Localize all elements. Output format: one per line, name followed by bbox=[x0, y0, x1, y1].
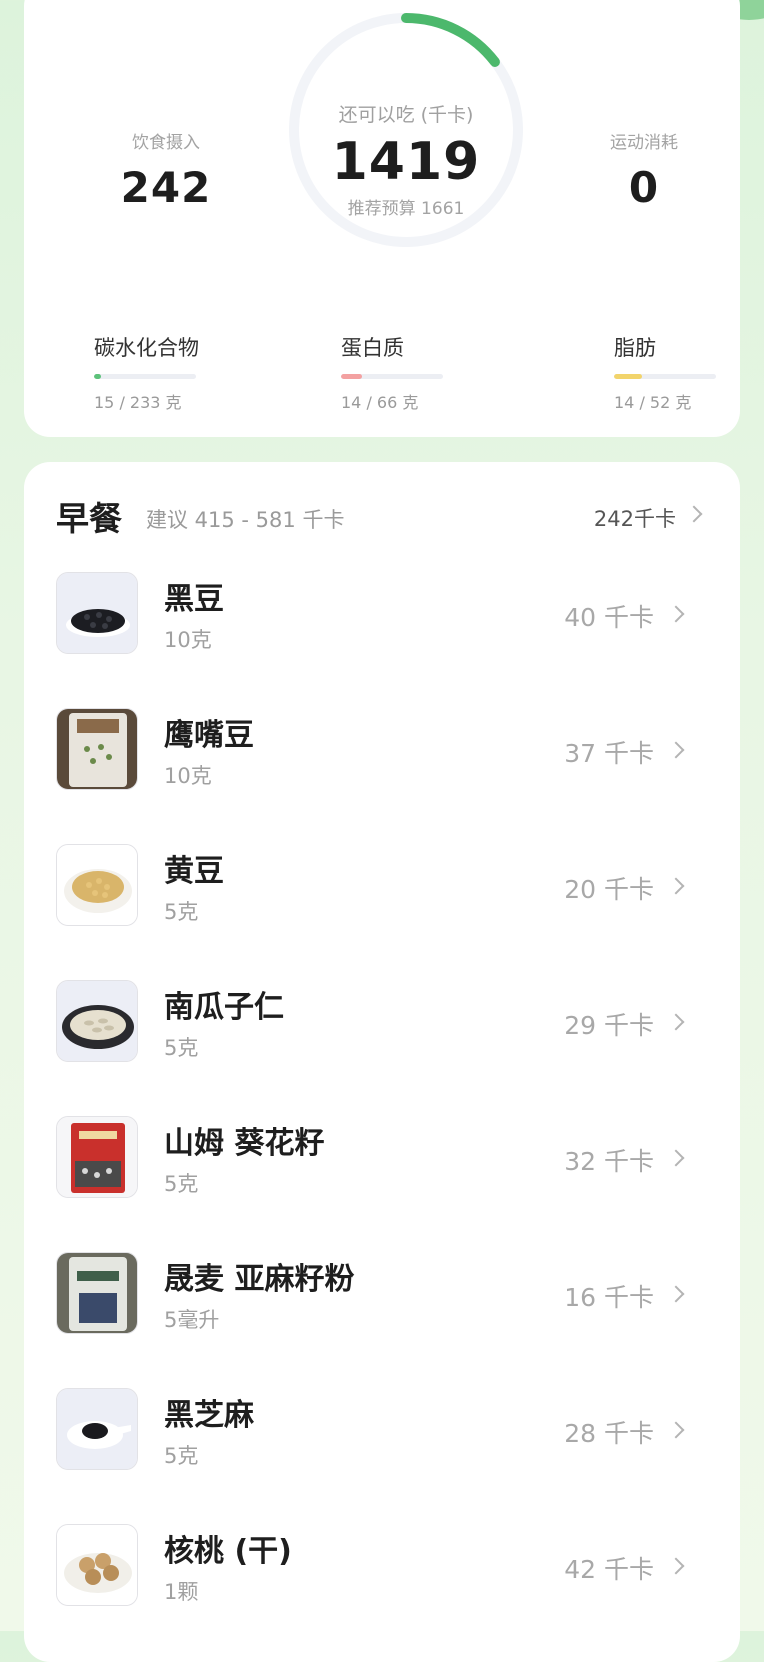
meal-suggestion: 建议 415 - 581 千卡 bbox=[146, 508, 345, 532]
exercise-value: 0 bbox=[628, 163, 660, 212]
calorie-summary-card: 饮食摄入 242 还可以吃 (千卡) 1419 推荐预算 1661 运动消耗 0… bbox=[24, 0, 740, 437]
food-item-black-sesame[interactable]: 黑芝麻 5克 28 千卡 bbox=[24, 1388, 740, 1524]
remaining-value: 1419 bbox=[331, 132, 481, 192]
intake-value: 242 bbox=[120, 163, 212, 212]
food-item-sunflower-seeds[interactable]: 山姆 葵花籽 5克 32 千卡 bbox=[24, 1116, 740, 1252]
macro-protein-name: 蛋白质 bbox=[341, 336, 404, 360]
food-kcal: 28 千卡 bbox=[564, 1419, 654, 1448]
chevron-right-icon bbox=[667, 1557, 685, 1575]
food-name: 晟麦 亚麻籽粉 bbox=[164, 1262, 355, 1297]
food-list: 黑豆 10克 40 千卡 鹰嘴豆 10克 37 千卡 黄豆 5克 20 千卡 南… bbox=[24, 572, 740, 1660]
pumpkin-seeds-photo-icon bbox=[56, 980, 138, 1062]
macro-carb-name: 碳水化合物 bbox=[94, 336, 199, 360]
budget-text: 推荐预算 1661 bbox=[347, 199, 465, 219]
food-item-flaxseed-powder[interactable]: 晟麦 亚麻籽粉 5毫升 16 千卡 bbox=[24, 1252, 740, 1388]
food-name: 黄豆 bbox=[164, 854, 224, 889]
chevron-right-icon bbox=[667, 877, 685, 895]
chevron-right-icon bbox=[667, 741, 685, 759]
remaining-label: 还可以吃 (千卡) bbox=[338, 104, 474, 126]
food-item-pumpkin-seeds[interactable]: 南瓜子仁 5克 29 千卡 bbox=[24, 980, 740, 1116]
food-amount: 10克 bbox=[164, 764, 212, 788]
macro-fat-fill bbox=[614, 374, 642, 379]
meal-title: 早餐 bbox=[56, 499, 122, 538]
chevron-right-icon bbox=[667, 1285, 685, 1303]
macro-carb-fill bbox=[94, 374, 101, 379]
macro-carb: 碳水化合物 15 / 233 克 bbox=[94, 332, 199, 413]
macro-fat-bar bbox=[614, 374, 716, 379]
food-kcal: 29 千卡 bbox=[564, 1011, 654, 1040]
chevron-right-icon bbox=[667, 1421, 685, 1439]
chevron-right-icon bbox=[667, 1149, 685, 1167]
food-name: 南瓜子仁 bbox=[164, 990, 284, 1025]
food-name: 鹰嘴豆 bbox=[164, 718, 254, 753]
food-item-walnuts[interactable]: 核桃 (干) 1颗 42 千卡 bbox=[24, 1524, 740, 1660]
intake-stat[interactable]: 饮食摄入 242 bbox=[76, 128, 256, 212]
exercise-label: 运动消耗 bbox=[610, 133, 678, 153]
food-amount: 1颗 bbox=[164, 1580, 199, 1604]
macro-protein-bar bbox=[341, 374, 443, 379]
soybeans-photo-icon bbox=[56, 844, 138, 926]
food-kcal: 42 千卡 bbox=[564, 1555, 654, 1584]
macro-protein-amount: 14 / 66 克 bbox=[341, 393, 419, 412]
flaxseed-powder-bag-photo-icon bbox=[56, 1252, 138, 1334]
black-beans-photo-icon bbox=[56, 572, 138, 654]
meal-header[interactable]: 早餐 建议 415 - 581 千卡 242千卡 bbox=[56, 492, 708, 538]
food-name: 核桃 (干) bbox=[164, 1534, 292, 1569]
food-amount: 10克 bbox=[164, 628, 212, 652]
sunflower-seeds-bag-photo-icon bbox=[56, 1116, 138, 1198]
macro-fat: 脂肪 14 / 52 克 bbox=[614, 332, 716, 413]
food-amount: 5克 bbox=[164, 1036, 199, 1060]
black-sesame-photo-icon bbox=[56, 1388, 138, 1470]
macro-protein: 蛋白质 14 / 66 克 bbox=[341, 332, 443, 413]
breakfast-card: 早餐 建议 415 - 581 千卡 242千卡 黑豆 10克 40 千卡 鹰嘴… bbox=[24, 462, 740, 1662]
food-kcal: 37 千卡 bbox=[564, 739, 654, 768]
walnuts-photo-icon bbox=[56, 1524, 138, 1606]
macro-fat-name: 脂肪 bbox=[614, 336, 656, 360]
macro-protein-fill bbox=[341, 374, 363, 379]
food-amount: 5毫升 bbox=[164, 1308, 220, 1332]
exercise-stat[interactable]: 运动消耗 0 bbox=[554, 128, 734, 212]
food-item-soybeans[interactable]: 黄豆 5克 20 千卡 bbox=[24, 844, 740, 980]
food-kcal: 32 千卡 bbox=[564, 1147, 654, 1176]
food-kcal: 40 千卡 bbox=[564, 603, 654, 632]
macro-carb-bar bbox=[94, 374, 196, 379]
food-item-chickpeas[interactable]: 鹰嘴豆 10克 37 千卡 bbox=[24, 708, 740, 844]
macro-carb-amount: 15 / 233 克 bbox=[94, 393, 182, 412]
food-kcal: 16 千卡 bbox=[564, 1283, 654, 1312]
chickpea-bag-photo-icon bbox=[56, 708, 138, 790]
food-name: 山姆 葵花籽 bbox=[164, 1126, 325, 1161]
chevron-right-icon bbox=[667, 1013, 685, 1031]
food-name: 黑芝麻 bbox=[164, 1398, 254, 1433]
food-amount: 5克 bbox=[164, 1444, 199, 1468]
chevron-right-icon bbox=[685, 505, 703, 523]
intake-label: 饮食摄入 bbox=[132, 133, 200, 153]
food-amount: 5克 bbox=[164, 900, 199, 924]
chevron-right-icon bbox=[667, 605, 685, 623]
meal-total-kcal: 242千卡 bbox=[593, 507, 676, 531]
macro-fat-amount: 14 / 52 克 bbox=[614, 393, 692, 412]
food-name: 黑豆 bbox=[164, 582, 224, 617]
food-amount: 5克 bbox=[164, 1172, 199, 1196]
food-item-black-beans[interactable]: 黑豆 10克 40 千卡 bbox=[24, 572, 740, 708]
food-kcal: 20 千卡 bbox=[564, 875, 654, 904]
